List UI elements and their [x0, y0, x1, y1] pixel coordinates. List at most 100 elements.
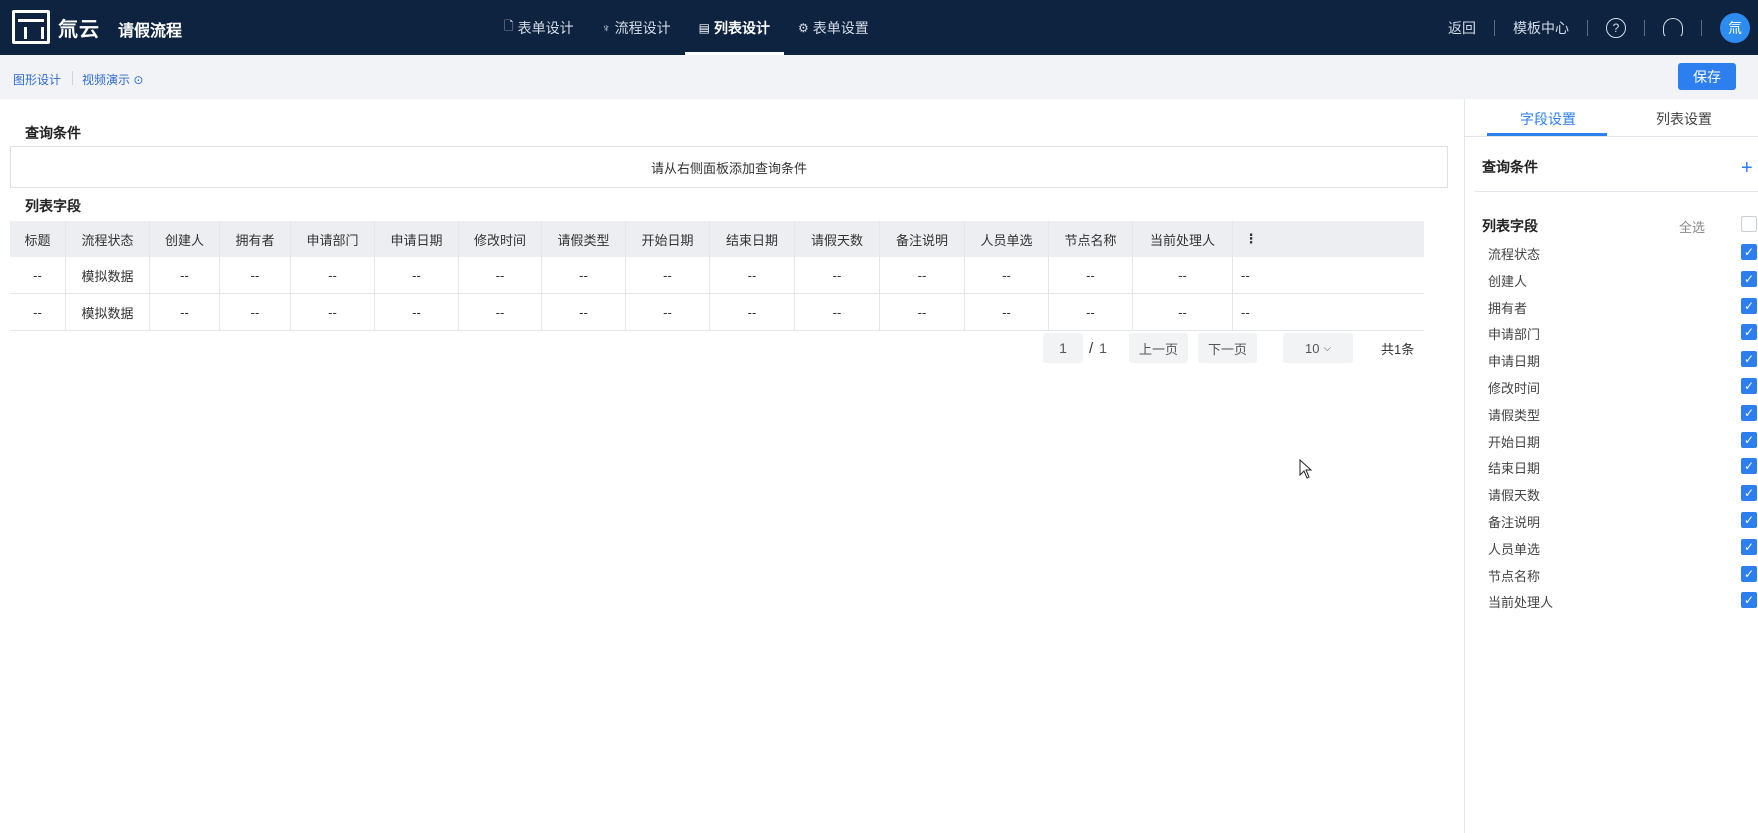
table-cell: -- — [542, 294, 626, 330]
save-button[interactable]: 保存 — [1678, 63, 1736, 90]
query-conditions-dropzone[interactable]: 请从右侧面板添加查询条件 — [10, 146, 1448, 188]
field-item-label: 请假天数 — [1488, 488, 1541, 504]
column-header[interactable]: 流程状态 — [66, 221, 150, 257]
graphic-design-link[interactable]: 图形设计 — [13, 71, 61, 88]
field-checkbox[interactable]: ✓ — [1741, 244, 1757, 260]
table-cell: -- — [220, 294, 291, 330]
total-pages: 1 — [1099, 340, 1107, 356]
field-item-label: 申请部门 — [1488, 327, 1541, 343]
panel-tabs: 字段设置 列表设置 — [1465, 99, 1758, 137]
column-header[interactable]: 创建人 — [150, 221, 220, 257]
table-cell: -- — [965, 294, 1049, 330]
field-checkbox[interactable]: ✓ — [1741, 404, 1757, 421]
template-center-link[interactable]: 模板中心 — [1495, 18, 1587, 38]
list-icon: ▤ — [698, 20, 710, 35]
app-title: 请假流程 — [118, 23, 183, 40]
table-cell: -- — [795, 257, 880, 293]
table-cell: -- — [626, 257, 710, 293]
active-tab-indicator — [1487, 133, 1607, 136]
column-header[interactable]: 申请部门 — [291, 221, 375, 257]
table-cell: -- — [10, 257, 66, 293]
help-icon[interactable]: ? — [1606, 17, 1626, 38]
page-size-select[interactable]: 10 ⌵ — [1283, 333, 1353, 363]
table-cell: -- — [965, 257, 1049, 293]
select-all-label[interactable]: 全选 — [1679, 217, 1705, 236]
chevron-down-icon: ⌵ — [1323, 342, 1332, 354]
table-cell: -- — [291, 257, 375, 293]
field-item-label: 创建人 — [1488, 273, 1528, 289]
field-item-label: 备注说明 — [1488, 515, 1541, 530]
table-cell: -- — [1241, 304, 1250, 320]
table-cell: -- — [626, 294, 710, 330]
column-header[interactable]: 开始日期 — [626, 221, 710, 257]
table-cell: -- — [150, 294, 220, 330]
column-header[interactable]: 人员单选 — [965, 221, 1049, 257]
logo: 氚云 — [12, 10, 100, 44]
add-query-condition-button[interactable]: + — [1741, 157, 1753, 180]
column-header[interactable]: 请假类型 — [542, 221, 626, 257]
column-header[interactable]: 申请日期 — [375, 221, 459, 257]
column-header[interactable]: 备注说明 — [880, 221, 965, 257]
field-checkbox[interactable]: ✓ — [1741, 431, 1757, 448]
tab-label: 流程设计 — [614, 19, 671, 36]
table-row: -- 模拟数据 -- -- -- -- -- -- -- -- -- -- -- -- -- -- — [10, 257, 1424, 294]
column-header[interactable]: 标题 — [10, 221, 66, 257]
field-checkbox[interactable]: ✓ — [1741, 378, 1757, 394]
tab-flow-design[interactable]: ♆ 流程设计 — [588, 0, 685, 55]
column-menu-icon[interactable]: ⋮ — [1233, 221, 1269, 257]
table-cell: -- — [150, 257, 220, 293]
back-link[interactable]: 返回 — [1430, 18, 1494, 38]
logo-icon — [12, 10, 50, 44]
designer-tabs: 🗋 表单设计 ♆ 流程设计 ▤ 列表设计 ⚙ 表单设置 — [490, 0, 883, 55]
column-header[interactable]: 请假天数 — [795, 221, 880, 257]
table-cell: -- — [1241, 267, 1250, 283]
field-checkbox[interactable]: ✓ — [1741, 351, 1757, 368]
field-item-label: 人员单选 — [1488, 541, 1541, 557]
field-checkbox[interactable]: ✓ — [1741, 270, 1757, 287]
table-cell: -- — [1049, 257, 1133, 293]
list-design-canvas: 查询条件 请从右侧面板添加查询条件 列表字段 标题 流程状态 创建人 拥有者 申请部门申… — [0, 99, 1464, 833]
top-navigation-bar: 氚云 请假流程 🗋 表单设计 ♆ 流程设计 ▤ 列表设计 ⚙ 表单设置 返回 模… — [0, 0, 1758, 55]
video-demo-link[interactable]: 视频演示 ⊙ — [82, 71, 143, 88]
column-header[interactable]: 节点名称 — [1049, 221, 1133, 257]
pagination: 1 / 1 上一页 下一页 10 ⌵ 共1条 — [1043, 333, 1414, 363]
avatar[interactable]: 氚 — [1720, 12, 1750, 43]
field-settings-panel: 字段设置 列表设置 查询条件 + 列表字段 全选 流程状态 ✓ 创建人 ✓ 拥有者 ✓ 申请… — [1464, 99, 1758, 833]
table-cell: -- — [10, 294, 66, 330]
headset-icon[interactable] — [1663, 17, 1683, 38]
field-checkbox[interactable]: ✓ — [1741, 458, 1757, 475]
panel-query-title: 查询条件 — [1482, 159, 1538, 175]
prev-page-button[interactable]: 上一页 — [1128, 333, 1188, 363]
tab-field-settings[interactable]: 字段设置 — [1520, 109, 1576, 129]
column-header[interactable]: 拥有者 — [220, 221, 291, 257]
next-page-button[interactable]: 下一页 — [1197, 333, 1257, 363]
table-cell: 模拟数据 — [66, 257, 150, 293]
tab-form-settings[interactable]: ⚙ 表单设置 — [784, 0, 883, 55]
tab-list-settings[interactable]: 列表设置 — [1656, 109, 1712, 129]
field-checkbox[interactable]: ✓ — [1741, 592, 1757, 609]
list-preview-table: 标题 流程状态 创建人 拥有者 申请部门 申请日期 修改时间 请假类型 开始日期 结束日期 请假天数… — [10, 221, 1424, 331]
field-item-label: 开始日期 — [1488, 434, 1541, 450]
table-cell: -- — [291, 294, 375, 330]
tab-list-design[interactable]: ▤ 列表设计 — [684, 0, 785, 55]
column-header[interactable]: 结束日期 — [710, 221, 795, 257]
query-conditions-title: 查询条件 — [25, 125, 81, 141]
table-cell: -- — [880, 257, 965, 293]
table-cell: -- — [880, 294, 965, 330]
select-all-checkbox[interactable] — [1741, 216, 1757, 232]
column-header[interactable]: 修改时间 — [459, 221, 542, 257]
play-icon: ⊙ — [133, 73, 144, 87]
divider — [1475, 191, 1758, 192]
field-checkbox[interactable]: ✓ — [1741, 565, 1757, 582]
field-checkbox[interactable]: ✓ — [1741, 512, 1757, 528]
page-number-input[interactable]: 1 — [1043, 333, 1083, 363]
field-item-label: 拥有者 — [1488, 300, 1528, 316]
field-checkbox[interactable]: ✓ — [1741, 485, 1757, 502]
field-item-label: 结束日期 — [1488, 461, 1541, 477]
field-checkbox[interactable]: ✓ — [1741, 297, 1757, 314]
field-checkbox[interactable]: ✓ — [1741, 324, 1757, 341]
column-header[interactable]: 当前处理人 — [1133, 221, 1233, 257]
header-actions: 返回 模板中心 ? 氚 — [1430, 0, 1758, 55]
tab-form-design[interactable]: 🗋 表单设计 — [490, 0, 588, 55]
field-checkbox[interactable]: ✓ — [1741, 538, 1757, 555]
